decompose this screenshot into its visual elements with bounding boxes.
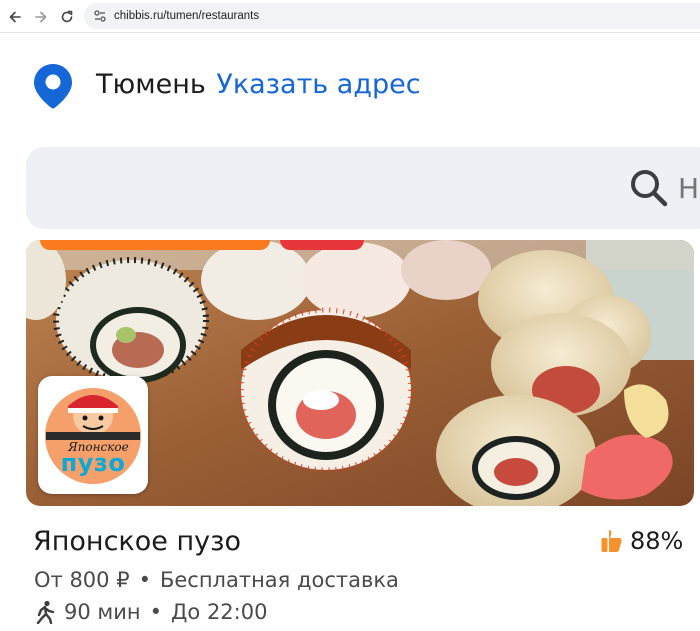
time-info: 90 мин • До 22:00: [34, 597, 267, 627]
search-icon[interactable]: [629, 168, 669, 208]
city-name: Тюмень: [96, 69, 206, 100]
url-text[interactable]: chibbis.ru/tumen/restaurants: [114, 8, 259, 24]
site-settings-icon[interactable]: [92, 8, 108, 24]
location-header: Тюмень Указать адрес: [96, 68, 421, 102]
thumbs-up-icon: [601, 530, 622, 552]
search-input[interactable]: [678, 165, 700, 211]
separator-dot: •: [138, 568, 151, 592]
address-bar[interactable]: chibbis.ru/tumen/restaurants: [84, 3, 700, 29]
rating-value: 88%: [630, 527, 684, 555]
delivery-cost: Бесплатная доставка: [159, 568, 399, 592]
walking-person-icon: [36, 600, 55, 624]
delivery-info: От 800 ₽ • Бесплатная доставка: [34, 565, 399, 595]
browser-toolbar: chibbis.ru/tumen/restaurants: [0, 0, 700, 33]
promo-badge-orange: [40, 240, 270, 250]
restaurant-logo: Японское пузо: [38, 376, 148, 494]
promo-badge-red: [280, 240, 364, 250]
min-order: От 800 ₽: [34, 568, 130, 592]
location-pin-icon: [34, 64, 72, 109]
set-address-link[interactable]: Указать адрес: [216, 69, 420, 100]
reload-icon[interactable]: [56, 6, 78, 28]
search-bar[interactable]: [26, 147, 700, 229]
restaurant-rating: 88%: [600, 526, 683, 556]
delivery-time: 90 мин: [64, 600, 141, 624]
separator-dot: •: [149, 600, 163, 624]
arrow-right-icon[interactable]: [30, 6, 52, 28]
arrow-left-icon[interactable]: [4, 6, 26, 28]
open-until: До 22:00: [171, 600, 268, 624]
logo-title: пузо: [60, 449, 126, 477]
restaurant-name[interactable]: Японское пузо: [33, 524, 241, 560]
